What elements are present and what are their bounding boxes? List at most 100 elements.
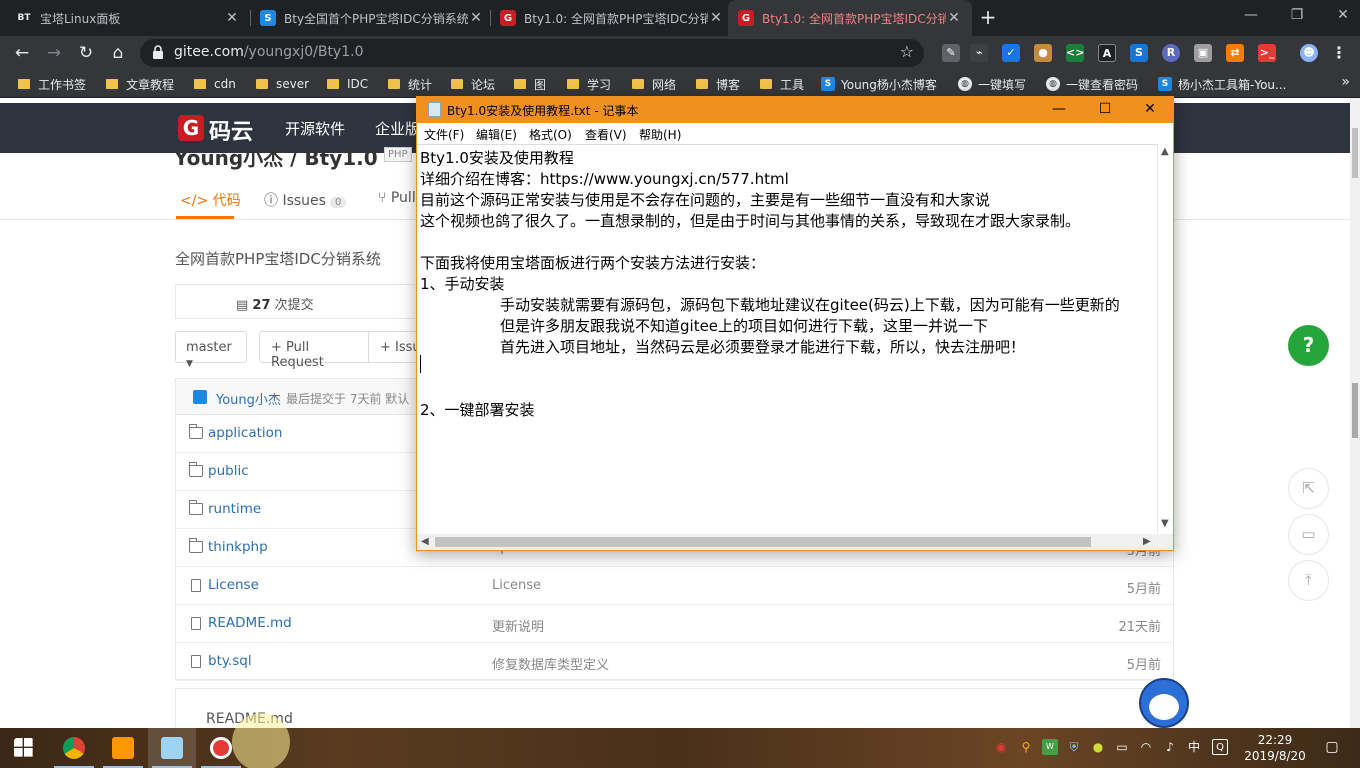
system-clock[interactable]: 22:29 2019/8/20 <box>1240 732 1310 764</box>
extension-r-icon[interactable]: R <box>1162 44 1180 62</box>
scrollbar-thumb-secondary[interactable] <box>1352 383 1358 438</box>
close-tab-icon[interactable]: ✕ <box>224 10 240 26</box>
bookmark-folder[interactable]: 统计 <box>388 76 432 92</box>
page-scrollbar[interactable] <box>1350 98 1360 728</box>
extension-image-icon[interactable]: ▣ <box>1194 44 1212 62</box>
file-name-link[interactable]: public <box>208 463 249 479</box>
bookmark-star-icon[interactable]: ☆ <box>900 42 914 61</box>
close-tab-icon[interactable]: ✕ <box>946 10 962 26</box>
tray-ime[interactable]: 中 <box>1186 739 1202 755</box>
home-icon[interactable]: ⌂ <box>105 40 131 66</box>
tray-shield-icon[interactable]: ⛨ <box>1066 739 1082 755</box>
tab-baota-panel[interactable]: BT 宝塔Linux面板 ✕ <box>6 0 250 36</box>
file-commit-message[interactable]: 修复数据库类型定义 <box>492 654 609 673</box>
user-avatar[interactable] <box>193 390 207 404</box>
tab-issues[interactable]: ⓘ Issues 0 <box>264 190 347 210</box>
taskbar-notepad[interactable] <box>148 728 196 768</box>
resize-grip[interactable] <box>1157 534 1173 550</box>
horizontal-scroll-thumb[interactable] <box>435 537 1091 547</box>
bookmark-link[interactable]: ◍ 一键填写 <box>958 76 1026 92</box>
forward-icon[interactable]: → <box>41 40 67 66</box>
extension-terminal-icon[interactable]: >_ <box>1258 44 1276 62</box>
notepad-horizontal-scrollbar[interactable]: ◀ ▶ <box>417 534 1157 550</box>
help-button[interactable]: ? <box>1288 325 1329 366</box>
tab-gitee-bty-1[interactable]: G Bty1.0: 全网首款PHP宝塔IDC分销系统 ✕ <box>490 0 734 36</box>
menu-kebab-icon[interactable]: ⋮ <box>1330 44 1348 62</box>
file-row[interactable]: License License 5月前 <box>176 567 1173 605</box>
extension-pen-icon[interactable]: ✎ <box>942 44 960 62</box>
branch-selector[interactable]: master ▼ <box>175 331 247 369</box>
menu-file[interactable]: 文件(F) <box>424 126 464 143</box>
menu-edit[interactable]: 编辑(E) <box>476 126 517 143</box>
new-tab-button[interactable]: + <box>976 6 1000 30</box>
file-name-link[interactable]: License <box>208 577 259 593</box>
notepad-text-area[interactable]: Bty1.0安装及使用教程 详细介绍在博客：https://www.youngxj… <box>417 144 1157 534</box>
notepad-titlebar[interactable]: Bty1.0安装及使用教程.txt - 记事本 — ☐ ✕ <box>417 97 1173 123</box>
close-tab-icon[interactable]: ✕ <box>708 10 724 26</box>
tray-record-icon[interactable]: ◉ <box>993 739 1009 755</box>
share-icon[interactable]: ⇱ <box>1288 468 1329 509</box>
tab-pull-requests[interactable]: ⑂ Pull <box>378 190 416 206</box>
close-window-icon[interactable]: ✕ <box>1320 0 1360 32</box>
bookmark-folder[interactable]: 图 <box>514 76 546 92</box>
bookmark-folder[interactable]: cdn <box>194 76 236 92</box>
bookmark-folder[interactable]: sever <box>256 76 309 92</box>
scroll-right-icon[interactable]: ▶ <box>1143 536 1151 547</box>
bookmark-folder[interactable]: 工作书签 <box>18 76 86 92</box>
notepad-minimize-icon[interactable]: — <box>1036 97 1082 123</box>
file-row[interactable]: bty.sql 修复数据库类型定义 5月前 <box>176 643 1173 681</box>
tab-code[interactable]: </> 代码 <box>180 190 241 210</box>
bookmark-folder[interactable]: 论坛 <box>451 76 495 92</box>
scroll-down-icon[interactable]: ▼ <box>1161 518 1169 529</box>
taskbar-chrome[interactable] <box>50 728 98 768</box>
new-pull-request-button[interactable]: + Pull Request <box>259 331 369 370</box>
back-to-top-icon[interactable]: ⤒ <box>1288 560 1329 601</box>
file-name-link[interactable]: README.md <box>208 615 292 631</box>
menu-help[interactable]: 帮助(H) <box>639 126 681 143</box>
menu-view[interactable]: 查看(V) <box>585 126 627 143</box>
extension-arrow-icon[interactable]: ⇄ <box>1226 44 1244 62</box>
menu-format[interactable]: 格式(O) <box>529 126 572 143</box>
tray-battery-icon[interactable]: ▭ <box>1114 739 1130 755</box>
file-name-link[interactable]: bty.sql <box>208 653 252 669</box>
bookmark-folder[interactable]: 工具 <box>760 76 804 92</box>
notepad-vertical-scrollbar[interactable]: ▲ ▼ <box>1157 144 1173 534</box>
minimize-icon[interactable]: — <box>1228 0 1274 32</box>
file-name-link[interactable]: runtime <box>208 501 261 517</box>
bookmark-folder[interactable]: IDC <box>327 76 368 92</box>
taskbar-sublime[interactable] <box>99 728 147 768</box>
extension-s-icon[interactable]: S <box>1130 44 1148 62</box>
file-row[interactable]: README.md 更新说明 21天前 <box>176 605 1173 643</box>
file-name-link[interactable]: thinkphp <box>208 539 268 555</box>
scroll-up-icon[interactable]: ▲ <box>1161 146 1169 157</box>
nav-enterprise[interactable]: 企业版 <box>375 118 420 139</box>
scroll-left-icon[interactable]: ◀ <box>421 536 429 547</box>
extension-dev-icon[interactable]: ⌁ <box>970 44 988 62</box>
tray-input-icon[interactable]: Q <box>1212 739 1228 755</box>
tray-volume-icon[interactable]: ♪ <box>1162 739 1178 755</box>
comment-icon[interactable]: ▭ <box>1288 514 1329 555</box>
reload-icon[interactable]: ↻ <box>73 40 99 66</box>
extension-check-icon[interactable]: ✓ <box>1002 44 1020 62</box>
bookmarks-overflow-icon[interactable]: » <box>1341 74 1350 90</box>
bookmark-folder[interactable]: 网络 <box>632 76 676 92</box>
last-commit-user[interactable]: Young小杰 <box>216 389 281 408</box>
tab-bty-blog[interactable]: S Bty全国首个PHP宝塔IDC分销系统 ✕ <box>250 0 494 36</box>
bookmark-link[interactable]: S Young杨小杰博客 <box>821 76 937 92</box>
back-icon[interactable]: ← <box>9 40 35 66</box>
file-commit-message[interactable]: 更新说明 <box>492 616 544 635</box>
extension-code-icon[interactable]: <> <box>1066 44 1084 62</box>
new-issue-button[interactable]: + Issue <box>369 331 419 363</box>
repo-path[interactable]: Young小杰 / Bty1.0 <box>174 142 378 171</box>
gitee-logo-icon[interactable]: G <box>178 115 204 141</box>
bookmark-folder[interactable]: 博客 <box>696 76 740 92</box>
tab-gitee-bty-2-active[interactable]: G Bty1.0: 全网首款PHP宝塔IDC分销系统 ✕ <box>728 0 972 36</box>
tray-wechat-icon[interactable]: W <box>1042 739 1058 755</box>
tray-search-icon[interactable]: ⚲ <box>1018 739 1034 755</box>
tray-network-icon[interactable]: ◠ <box>1138 739 1154 755</box>
doraemon-mascot-icon[interactable] <box>1139 678 1189 728</box>
tray-app-icon[interactable]: ● <box>1090 739 1106 755</box>
address-bar[interactable]: gitee.com/youngxj0/Bty1.0 ☆ <box>140 39 924 67</box>
scrollbar-thumb[interactable] <box>1352 128 1358 178</box>
bookmark-link[interactable]: S 杨小杰工具箱-You... <box>1158 76 1286 92</box>
